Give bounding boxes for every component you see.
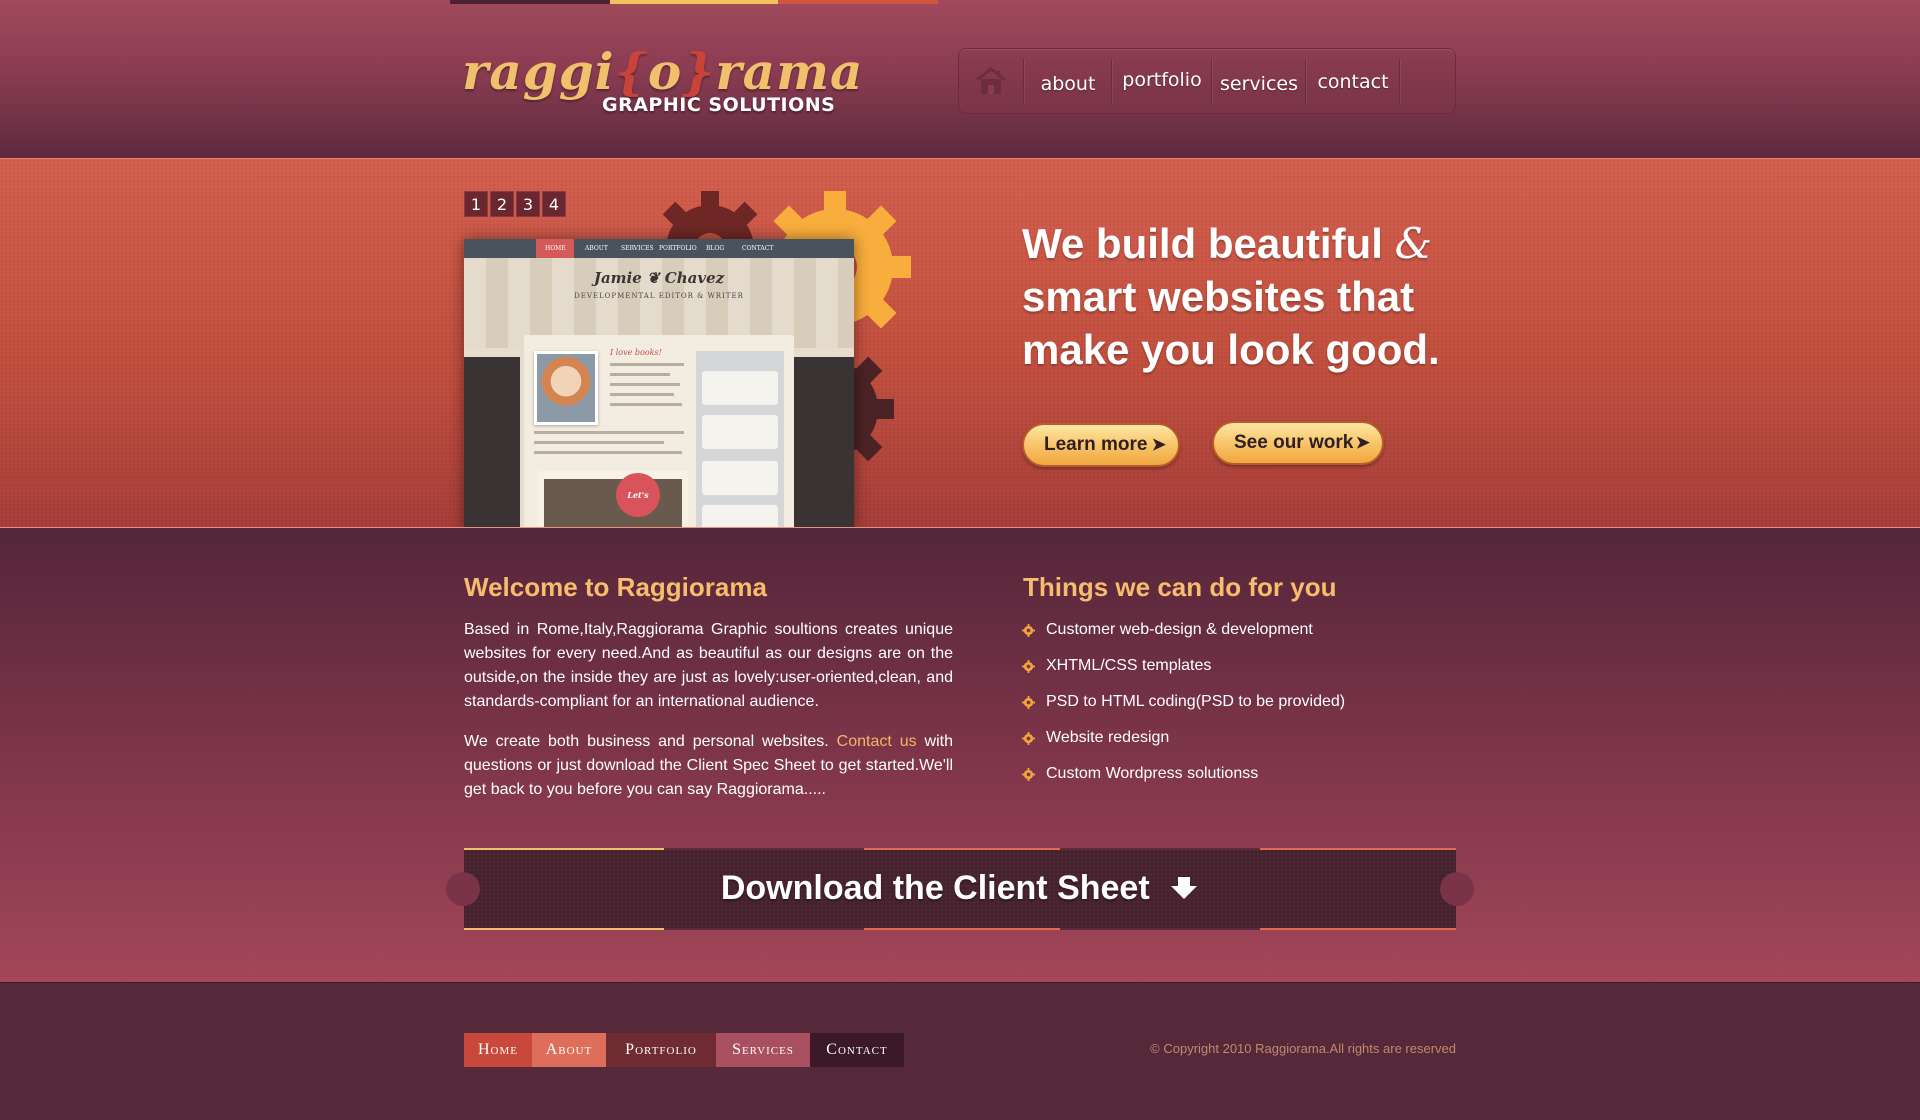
preview-tab: SERVICES: [621, 245, 654, 252]
bar-accent-line: [1060, 928, 1260, 930]
logo-tagline: GRAPHIC SOLUTIONS: [602, 94, 836, 116]
preview-loves-text: I love books!: [610, 348, 662, 357]
site-footer: Home About Portfolio Services Contact © …: [0, 982, 1920, 1120]
services-heading: Things we can do for you: [1023, 572, 1337, 602]
top-accent-stripe-red: [778, 0, 938, 4]
footer-link-home[interactable]: Home: [464, 1033, 532, 1067]
bar-accent-line: [464, 928, 664, 930]
preview-name: Jamie ❦ Chavez: [593, 269, 725, 287]
learn-more-button[interactable]: Learn more ➤: [1022, 423, 1180, 467]
see-our-work-button[interactable]: See our work ➤: [1212, 421, 1384, 465]
nav-contact[interactable]: contact: [1307, 49, 1399, 115]
preview-nav-bar: HOME ABOUT SERVICES PORTFOLIO BLOG CONTA…: [464, 239, 854, 258]
preview-quote-bubble: [702, 461, 778, 495]
download-client-sheet-button[interactable]: Download the Client Sheet: [446, 848, 1474, 930]
bar-accent-line: [464, 848, 664, 850]
site-logo[interactable]: raggi{o}rama GRAPHIC SOLUTIONS: [462, 42, 862, 124]
preview-bottom-image: [538, 471, 688, 527]
copyright-text: © Copyright 2010 Raggiorama.All rights a…: [1150, 1041, 1456, 1056]
portfolio-preview-screenshot[interactable]: HOME ABOUT SERVICES PORTFOLIO BLOG CONTA…: [464, 239, 854, 527]
hero-banner: 1 2 3 4 HOME ABOUT SERVICES PORTFOLIO BL…: [0, 158, 1920, 528]
preview-sidebar: [696, 351, 784, 527]
gear-bullet-icon: [1022, 732, 1035, 745]
slide-selector-2[interactable]: 2: [490, 191, 514, 217]
bar-accent-line: [664, 848, 864, 850]
preview-text-line: [610, 393, 674, 396]
preview-tab: CONTACT: [742, 245, 774, 252]
preview-text-line: [610, 363, 684, 366]
gear-bullet-icon: [1022, 696, 1035, 709]
gear-bullet-icon: [1022, 624, 1035, 637]
bar-accent-line: [664, 928, 864, 930]
arrow-right-icon: ➤: [1355, 433, 1370, 452]
bar-accent-line: [864, 928, 1060, 930]
preview-lets-talk-badge: Let's talk!: [616, 473, 660, 517]
preview-text-line: [534, 451, 682, 454]
welcome-paragraph-2: We create both business and personal web…: [464, 733, 954, 798]
gear-bullet-icon: [1022, 660, 1035, 673]
preview-dark-panel: [464, 357, 520, 527]
preview-text-line: [610, 403, 682, 406]
preview-text-line: [534, 441, 664, 444]
download-arrow-icon: [1171, 877, 1198, 899]
hero-headline: We build beautiful & smart websites that…: [1022, 219, 1440, 373]
nav-divider: [1023, 59, 1024, 105]
top-accent-stripe-gold: [610, 0, 778, 4]
welcome-heading: Welcome to Raggiorama: [464, 572, 767, 602]
arrow-right-icon: ➤: [1151, 435, 1166, 454]
top-accent-stripe-dark: [450, 0, 610, 4]
preview-tab: ABOUT: [585, 245, 608, 252]
preview-text-line: [534, 431, 684, 434]
nav-divider: [1211, 59, 1212, 105]
gear-bullet-icon: [1022, 768, 1035, 781]
slide-selector-4[interactable]: 4: [542, 191, 566, 217]
preview-quote-bubble: [702, 505, 778, 527]
site-header: raggi{o}rama GRAPHIC SOLUTIONS about por…: [0, 0, 1920, 158]
bar-accent-line: [1260, 848, 1456, 850]
preview-tab: HOME: [545, 245, 566, 252]
footer-link-contact[interactable]: Contact: [810, 1033, 904, 1067]
slide-selector-3[interactable]: 3: [516, 191, 540, 217]
nav-portfolio[interactable]: portfolio: [1113, 47, 1211, 113]
preview-tab: BLOG: [706, 245, 725, 252]
preview-avatar: [534, 351, 598, 425]
contact-us-link[interactable]: Contact us: [837, 733, 917, 750]
bar-accent-line: [1060, 848, 1260, 850]
welcome-paragraph-1: Based in Rome,Italy,Raggiorama Graphic s…: [464, 621, 953, 710]
main-nav: about portfolio services contact: [958, 48, 1456, 114]
main-content: Welcome to Raggiorama Based in Rome,Ital…: [0, 528, 1920, 982]
bar-accent-line: [864, 848, 1060, 850]
preview-text-line: [610, 383, 680, 386]
preview-quote-bubble: [702, 415, 778, 449]
download-label: Download the Client Sheet: [464, 868, 1456, 908]
nav-services[interactable]: services: [1213, 51, 1305, 117]
slide-selector-1[interactable]: 1: [464, 191, 488, 217]
nav-divider: [1305, 59, 1306, 105]
preview-tab: PORTFOLIO: [659, 245, 697, 252]
preview-text-line: [610, 373, 670, 376]
nav-about[interactable]: about: [1025, 51, 1111, 117]
bar-accent-line: [1260, 928, 1456, 930]
preview-role: DEVELOPMENTAL EDITOR & WRITER: [574, 292, 744, 300]
house-icon[interactable]: [973, 63, 1009, 99]
logo-wordmark: raggi{o}rama: [462, 42, 864, 101]
nav-divider: [1111, 59, 1112, 105]
preview-quote-bubble: [702, 371, 778, 405]
footer-link-portfolio[interactable]: Portfolio: [606, 1033, 716, 1067]
footer-link-services[interactable]: Services: [716, 1033, 810, 1067]
preview-dark-panel: [794, 357, 854, 527]
footer-link-about[interactable]: About: [532, 1033, 606, 1067]
nav-divider: [1399, 59, 1400, 105]
